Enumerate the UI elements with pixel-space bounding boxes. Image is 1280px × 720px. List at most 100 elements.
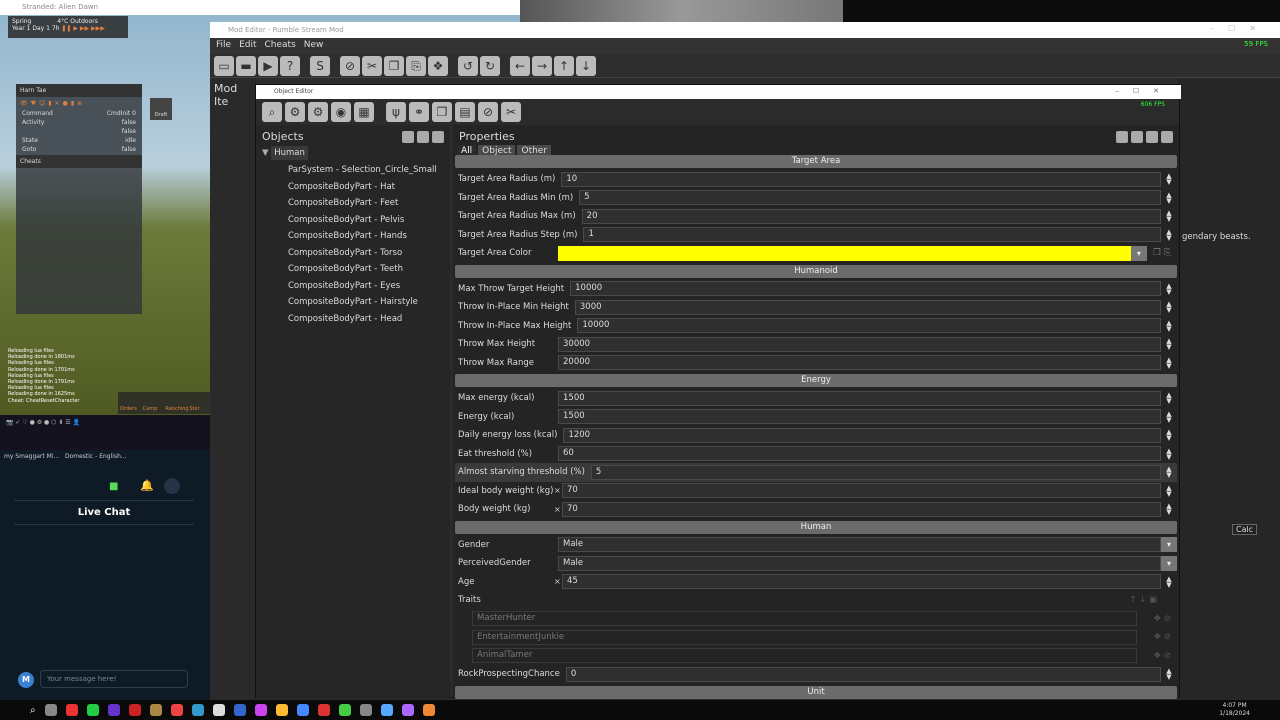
property-input[interactable]: 1500 bbox=[558, 409, 1161, 425]
section-header[interactable]: Unit bbox=[455, 685, 1177, 699]
section-header[interactable]: Energy bbox=[455, 374, 1177, 387]
app-icon[interactable] bbox=[317, 704, 330, 716]
trait-actions-icon[interactable]: ❖ ⊘ bbox=[1137, 632, 1177, 642]
spinner-icon[interactable]: ▲ ▼ bbox=[1161, 392, 1177, 405]
app-icon[interactable] bbox=[359, 704, 372, 716]
property-input[interactable]: 45 bbox=[562, 574, 1161, 590]
section-header[interactable]: Human bbox=[455, 520, 1177, 534]
arrow-left-icon[interactable]: ← bbox=[510, 56, 530, 76]
spinner-icon[interactable]: ▲ ▼ bbox=[1161, 228, 1177, 241]
dock-button[interactable]: Ranching bbox=[165, 394, 188, 412]
spinner-icon[interactable]: ▲ ▼ bbox=[1161, 173, 1177, 186]
menu-cheats[interactable]: Cheats bbox=[265, 40, 296, 54]
tree-item[interactable]: CompositeBodyPart - Teeth bbox=[256, 261, 450, 278]
section-header[interactable]: Humanoid bbox=[455, 264, 1177, 278]
dock-button[interactable]: Stor bbox=[189, 394, 208, 412]
play-icon[interactable]: ▶ bbox=[258, 56, 278, 76]
app-icon[interactable] bbox=[170, 704, 183, 716]
speed-controls[interactable]: ❚❚ ▶ ▶▶ ▶▶▶ bbox=[61, 25, 104, 32]
trait-item[interactable]: AnimalTamer bbox=[472, 648, 1137, 664]
save-icon[interactable]: ▭ bbox=[214, 56, 234, 76]
tree-item[interactable]: CompositeBodyPart - Feet bbox=[256, 195, 450, 212]
section-header[interactable]: Target Area bbox=[455, 155, 1177, 168]
app-icon[interactable] bbox=[254, 704, 267, 716]
go-live-icon[interactable]: ■ bbox=[109, 481, 118, 492]
delete-icon[interactable]: ⊘ bbox=[478, 102, 498, 122]
menu-file[interactable]: File bbox=[216, 40, 231, 54]
app-icon[interactable] bbox=[401, 704, 414, 716]
calc-button[interactable]: Calc bbox=[1232, 524, 1258, 535]
property-combo[interactable]: Male bbox=[558, 555, 1161, 571]
spinner-icon[interactable]: ▲ ▼ bbox=[1161, 301, 1177, 314]
app-icon[interactable] bbox=[422, 704, 435, 716]
property-input[interactable]: 1500 bbox=[558, 390, 1161, 406]
property-input[interactable]: 20000 bbox=[558, 355, 1161, 371]
spinner-icon[interactable]: ▲ ▼ bbox=[1161, 338, 1177, 351]
tree-item[interactable]: CompositeBodyPart - Head bbox=[256, 311, 450, 328]
app-icon[interactable] bbox=[233, 704, 246, 716]
gears-icon[interactable]: ⚙ bbox=[308, 102, 328, 122]
dropdown-arrow-icon[interactable]: ▾ bbox=[1161, 555, 1177, 571]
copy-icon[interactable]: ❐ bbox=[384, 56, 404, 76]
spinner-icon[interactable]: ▲ ▼ bbox=[1161, 429, 1177, 442]
arrow-down-icon[interactable]: ↓ bbox=[576, 56, 596, 76]
undo-icon[interactable]: ↺ bbox=[458, 56, 478, 76]
dock-button[interactable]: Camp bbox=[143, 394, 162, 412]
cut-icon[interactable]: ✂ bbox=[362, 56, 382, 76]
property-input[interactable]: 30000 bbox=[558, 336, 1161, 352]
search-icon[interactable]: ⌕ bbox=[262, 102, 282, 122]
property-input[interactable]: 70 bbox=[562, 501, 1161, 517]
trait-item[interactable]: EntertainmentJunkie bbox=[472, 629, 1137, 645]
copy-paste-icon[interactable]: ❐ ⎘ bbox=[1147, 248, 1177, 258]
property-input[interactable]: 3000 bbox=[574, 299, 1161, 315]
tree-item[interactable]: CompositeBodyPart - Torso bbox=[256, 245, 450, 262]
property-input[interactable]: 60 bbox=[558, 446, 1161, 462]
duplicate-icon[interactable]: ❖ bbox=[428, 56, 448, 76]
property-combo[interactable]: Male bbox=[558, 537, 1161, 553]
tree-item[interactable]: CompositeBodyPart - Hairstyle bbox=[256, 294, 450, 311]
bell-icon[interactable]: 🔔 bbox=[140, 479, 154, 492]
dropdown-arrow-icon[interactable]: ▾ bbox=[1130, 245, 1147, 261]
spinner-icon[interactable]: ▲ ▼ bbox=[1161, 282, 1177, 295]
spinner-icon[interactable]: ▲ ▼ bbox=[1161, 484, 1177, 497]
spinner-icon[interactable]: ▲ ▼ bbox=[1161, 191, 1177, 204]
property-input[interactable]: 10 bbox=[561, 171, 1161, 187]
window-controls[interactable]: –☐✕ bbox=[1115, 87, 1173, 95]
dock-button[interactable]: Orders bbox=[120, 394, 139, 412]
spinner-icon[interactable]: ▲ ▼ bbox=[1161, 575, 1177, 588]
app-icon[interactable] bbox=[44, 704, 57, 716]
spinner-icon[interactable]: ▲ ▼ bbox=[1161, 210, 1177, 223]
spinner-icon[interactable]: ▲ ▼ bbox=[1161, 410, 1177, 423]
dropdown-arrow-icon[interactable]: ▾ bbox=[1161, 537, 1177, 553]
spinner-icon[interactable]: ▲ ▼ bbox=[1161, 466, 1177, 479]
help-icon[interactable]: ? bbox=[280, 56, 300, 76]
character-tab-icons[interactable]: 👁♥☺▮✕●▮⊕ bbox=[16, 97, 142, 110]
search-icon[interactable] bbox=[432, 131, 444, 143]
trait-item[interactable]: MasterHunter bbox=[472, 611, 1137, 627]
expand-icon[interactable] bbox=[1116, 131, 1128, 143]
property-input[interactable]: 5 bbox=[590, 464, 1161, 480]
app-icon[interactable] bbox=[380, 704, 393, 716]
inspect-icon[interactable]: ▦ bbox=[354, 102, 374, 122]
tree-item[interactable]: ParSystem - Selection_Circle_Small bbox=[256, 162, 450, 179]
collapse-triangle-icon[interactable]: ▼ bbox=[262, 148, 269, 158]
spinner-icon[interactable]: ▲ ▼ bbox=[1161, 319, 1177, 332]
cut-icon[interactable]: ✂ bbox=[501, 102, 521, 122]
user-icon[interactable] bbox=[164, 478, 180, 494]
search-icon[interactable] bbox=[1161, 131, 1173, 143]
tree-item[interactable]: CompositeBodyPart - Hands bbox=[256, 228, 450, 245]
tree-item[interactable]: CompositeBodyPart - Eyes bbox=[256, 278, 450, 295]
usb-icon[interactable]: ψ bbox=[386, 102, 406, 122]
property-input[interactable]: 20 bbox=[581, 208, 1161, 224]
app-icon[interactable] bbox=[275, 704, 288, 716]
menu-edit[interactable]: Edit bbox=[239, 40, 256, 54]
property-input[interactable]: 10000 bbox=[577, 318, 1161, 334]
color-swatch[interactable] bbox=[558, 245, 1131, 261]
search-icon[interactable]: ⌕ bbox=[30, 705, 36, 716]
gear-icon[interactable]: ⚙ bbox=[285, 102, 305, 122]
menu-new[interactable]: New bbox=[304, 40, 324, 54]
system-clock[interactable]: 4:07 PM 1/18/2024 bbox=[1219, 702, 1250, 718]
window-icon[interactable]: ▬ bbox=[236, 56, 256, 76]
link-icon[interactable]: ⚭ bbox=[409, 102, 429, 122]
chat-input[interactable]: Your message here! bbox=[40, 670, 188, 688]
